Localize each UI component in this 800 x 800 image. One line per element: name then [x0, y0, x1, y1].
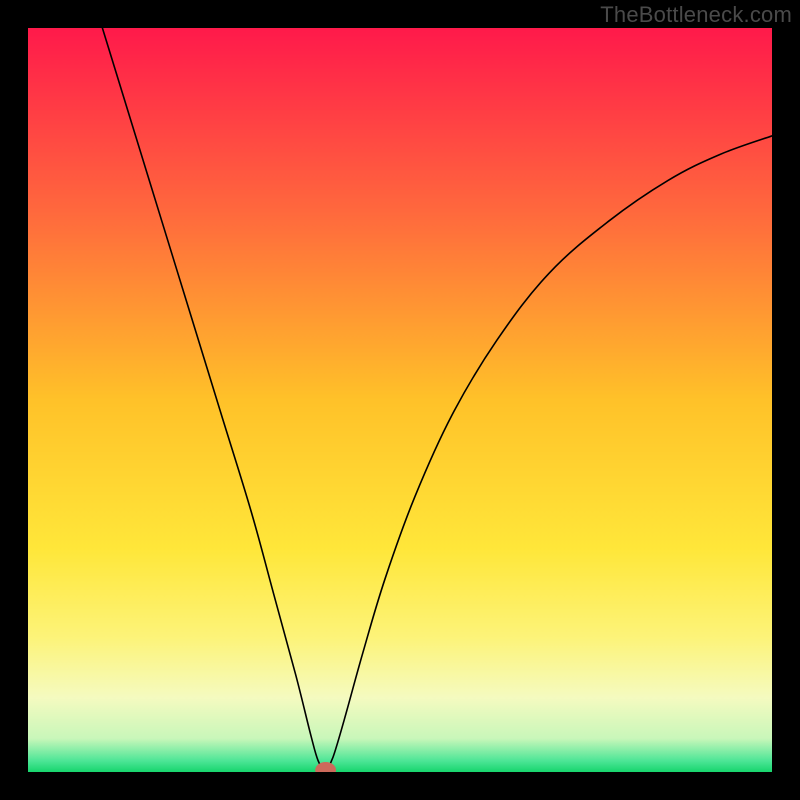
- plot-area: [28, 28, 772, 772]
- gradient-background: [28, 28, 772, 772]
- watermark-text: TheBottleneck.com: [600, 2, 792, 28]
- chart-container: TheBottleneck.com: [0, 0, 800, 800]
